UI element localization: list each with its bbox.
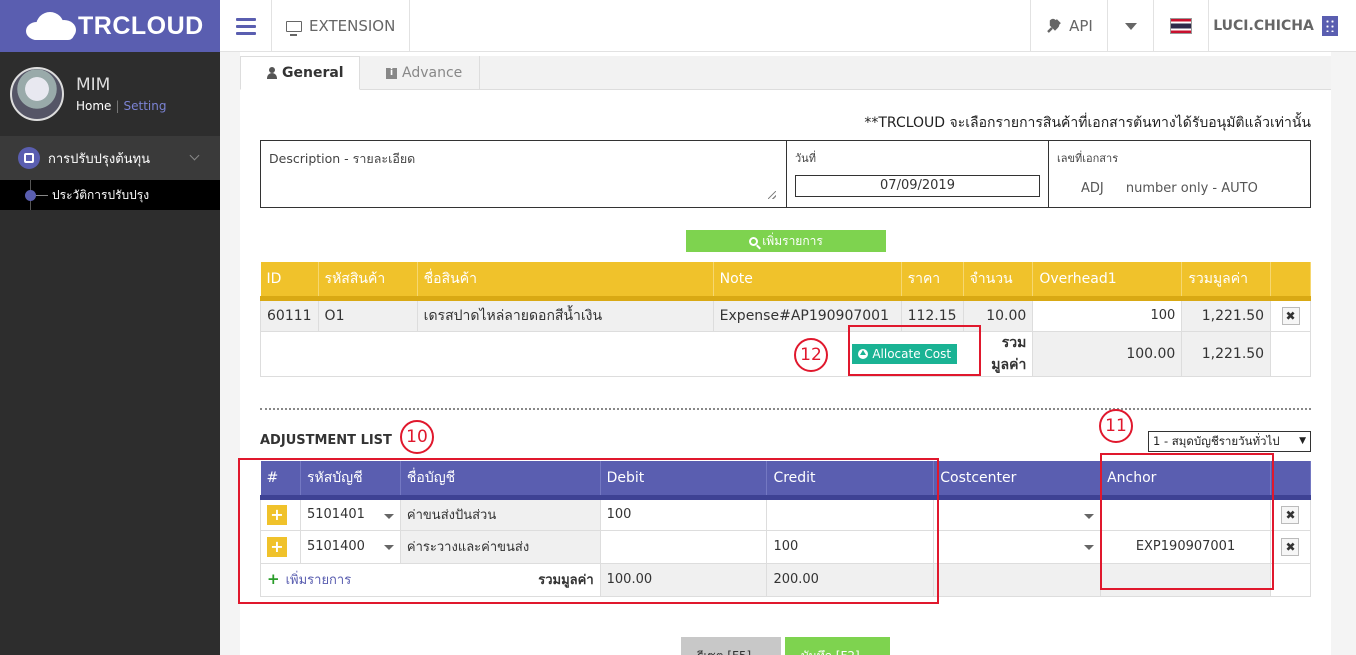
table-row: 60111 O1 เดรสปาดไหล่ลายดอกสีน้ำเงิน Expe… <box>260 297 1311 332</box>
sidebar-item-label: การปรับปรุงต้นทุน <box>48 151 151 167</box>
costcenter-select[interactable] <box>933 529 1102 564</box>
product-name: เดรสปาดไหล่ลายดอกสีน้ำเงิน <box>416 297 714 332</box>
column-header: จำนวน <box>963 262 1034 301</box>
resize-handle-icon[interactable] <box>768 191 776 199</box>
brand-logo[interactable]: TRCLOUD <box>0 0 220 52</box>
column-header: ราคา <box>901 262 964 301</box>
sidebar-subitem-label: ประวัติการปรับปรุง <box>52 187 150 202</box>
tab-bar: General i Advance <box>240 56 1331 90</box>
profile: MIM Home | Setting <box>0 52 220 136</box>
column-header: รหัสสินค้า <box>318 262 418 301</box>
action-buttons: รีเซต [F5] บันทึก [F2] <box>681 637 890 655</box>
reset-button[interactable]: รีเซต [F5] <box>681 637 781 655</box>
description-label: Description - รายละเอียด <box>269 151 416 166</box>
api-label: API <box>1069 17 1093 35</box>
doc-prefix: ADJ <box>1081 181 1104 196</box>
language-selector[interactable] <box>1153 0 1208 52</box>
delete-row-icon[interactable]: ✖ <box>1281 306 1300 325</box>
avatar[interactable] <box>10 67 64 121</box>
adjustment-title: ADJUSTMENT LIST <box>260 433 392 448</box>
dot-icon <box>25 190 36 201</box>
table-total-row: Allocate Cost รวมมูลค่า 100.00 1,221.50 <box>260 330 1311 377</box>
user-icon <box>267 67 277 79</box>
description-field[interactable]: Description - รายละเอียด <box>261 141 787 207</box>
bus-icon <box>18 147 40 169</box>
annotation-label-11: 11 <box>1099 409 1133 443</box>
setting-link[interactable]: Setting <box>123 99 166 113</box>
annotation-box-11 <box>1100 453 1274 590</box>
tab-general[interactable]: General <box>240 56 360 90</box>
annotation-box-12 <box>848 325 981 376</box>
document-form: Description - รายละเอียด วันที่ 07/09/20… <box>260 140 1311 208</box>
info-icon: i <box>386 67 397 79</box>
plug-icon <box>1047 18 1061 33</box>
divider <box>260 408 1311 410</box>
extension-label: EXTENSION <box>309 17 396 35</box>
chevron-down-icon <box>189 150 200 161</box>
extension-menu[interactable]: EXTENSION <box>272 0 411 52</box>
home-link[interactable]: Home <box>76 99 111 113</box>
delete-row-icon[interactable]: ✖ <box>1281 505 1300 524</box>
column-header: รวมมูลค่า <box>1181 262 1272 301</box>
column-header: Note <box>713 262 902 301</box>
brand-name: TRCLOUD <box>78 11 204 40</box>
caret-down-icon <box>1124 22 1137 30</box>
doc-number-input[interactable]: number only - AUTO <box>1126 181 1258 196</box>
sidebar-item-cost-adjustment[interactable]: การปรับปรุงต้นทุน <box>0 136 220 180</box>
notice-text: **TRCLOUD จะเลือกรายการสินค้าที่เอกสารต้… <box>864 115 1311 131</box>
date-input[interactable]: 07/09/2019 <box>795 175 1040 197</box>
overhead-input[interactable]: 100 <box>1032 297 1183 332</box>
annotation-box-10 <box>238 458 939 604</box>
thai-flag-icon <box>1170 18 1192 34</box>
monitor-icon <box>286 20 302 36</box>
add-item-button[interactable]: เพิ่มรายการ <box>686 230 886 252</box>
product-total: 1,221.50 <box>1181 297 1272 332</box>
product-table: ID รหัสสินค้า ชื่อสินค้า Note ราคา จำนวน… <box>260 262 1311 377</box>
product-id: 60111 <box>260 297 319 332</box>
date-field-group: วันที่ 07/09/2019 <box>787 141 1049 207</box>
costcenter-select[interactable] <box>933 496 1102 531</box>
user-name: LUCI.CHICHA <box>1213 18 1314 34</box>
search-icon <box>749 236 759 246</box>
dropdown-toggle[interactable] <box>1107 0 1153 52</box>
api-menu[interactable]: API <box>1030 0 1107 52</box>
annotation-label-10: 10 <box>400 420 434 454</box>
user-menu[interactable]: LUCI.CHICHA <box>1208 0 1356 52</box>
column-header: Overhead1 <box>1032 262 1183 301</box>
product-code: O1 <box>317 297 418 332</box>
journal-book-select[interactable]: 1 - สมุดบัญชีรายวันทั่วไป <box>1148 431 1311 452</box>
sidebar: MIM Home | Setting การปรับปรุงต้นทุน ประวั… <box>0 52 220 655</box>
date-label: วันที่ <box>795 152 816 165</box>
scrollbar[interactable] <box>1331 52 1356 655</box>
building-icon <box>1321 16 1338 36</box>
doc-number-label: เลขที่เอกสาร <box>1057 152 1119 165</box>
hamburger-menu-icon[interactable] <box>220 0 272 52</box>
total-overhead: 100.00 <box>1032 330 1183 377</box>
profile-name: MIM <box>76 75 111 95</box>
doc-number-group: เลขที่เอกสาร ADJ number only - AUTO <box>1049 141 1310 207</box>
column-header: ชื่อสินค้า <box>417 262 714 301</box>
top-bar: EXTENSION API LUCI.CHICHA <box>220 0 1356 52</box>
annotation-label-12: 12 <box>794 338 828 372</box>
total-value: 1,221.50 <box>1181 330 1272 377</box>
cloud-icon <box>26 12 76 40</box>
column-header: Costcenter <box>933 461 1102 500</box>
save-button[interactable]: บันทึก [F2] <box>785 637 890 655</box>
delete-row-icon[interactable]: ✖ <box>1281 537 1300 556</box>
sidebar-subitem-history[interactable]: ประวัติการปรับปรุง <box>0 180 220 210</box>
column-header: ID <box>260 262 319 301</box>
tab-advance[interactable]: i Advance <box>360 56 480 90</box>
